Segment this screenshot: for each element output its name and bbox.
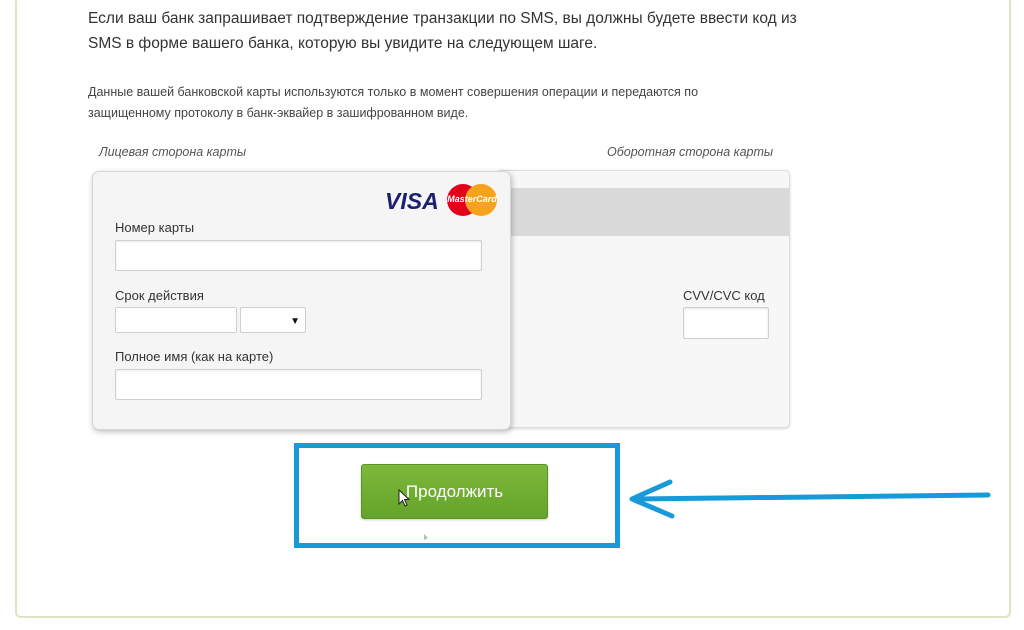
cursor-trail-icon [424,534,428,540]
expiry-year-select[interactable]: ▼ [240,307,306,333]
card-number-input[interactable] [115,240,482,271]
card-back-label: Оборотная сторона карты [607,145,774,159]
card-brand-logos: VISA MasterCard [385,184,500,218]
security-notice-line-2: защищенному протоколу в банк-эквайер в з… [88,106,469,120]
card-front: VISA MasterCard Номер карты Срок действи… [92,171,511,430]
magnetic-stripe [497,188,789,236]
sms-notice-line-2: SMS в форме вашего банка, которую вы уви… [88,35,598,52]
security-notice-line-1: Данные вашей банковской карты используют… [88,85,699,99]
security-notice: Данные вашей банковской карты используют… [88,82,778,124]
expiry-month-select[interactable] [115,307,237,333]
pointer-arrow-icon [629,479,991,519]
sms-notice-line-1: Если ваш банк запрашивает подтверждение … [88,10,797,27]
mastercard-logo-text: MasterCard [447,194,497,204]
full-name-input[interactable] [115,369,482,400]
card-front-label: Лицевая сторона карты [99,145,247,159]
mouse-cursor-icon [398,489,410,507]
continue-button[interactable]: Продолжить [361,464,548,519]
expiry-label: Срок действия [115,288,204,303]
mastercard-logo: MasterCard [447,184,497,216]
cvv-input[interactable] [683,307,769,339]
visa-logo: VISA [385,188,439,215]
card-number-label: Номер карты [115,220,195,235]
cvv-label: CVV/CVC код [683,288,765,303]
visa-logo-text: VISA [385,188,439,214]
dropdown-caret-icon: ▼ [290,316,300,327]
sms-notice: Если ваш банк запрашивает подтверждение … [88,6,818,56]
full-name-label: Полное имя (как на карте) [115,349,274,364]
card-back: CVV/CVC код [496,170,790,428]
